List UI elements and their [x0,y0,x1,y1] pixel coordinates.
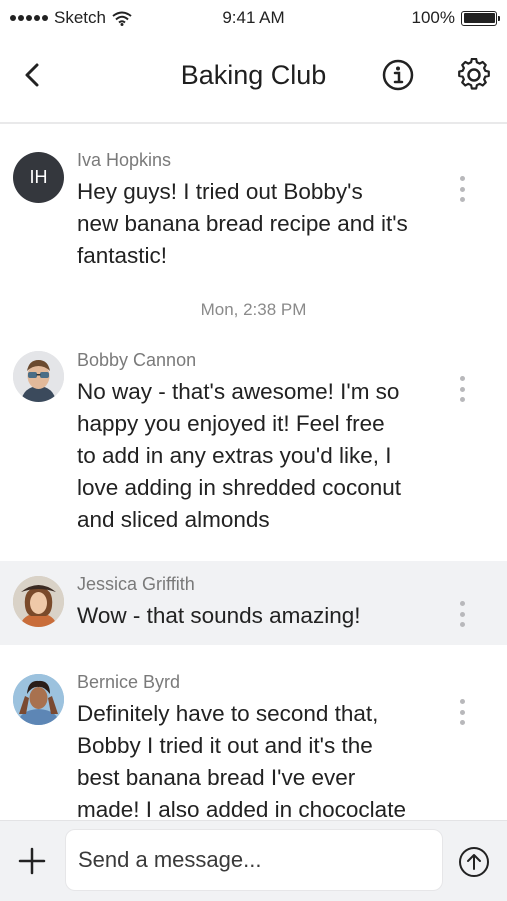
message-line: Bobby I tried it out and it's the [77,733,373,758]
message-line: No way - that's awesome! I'm so [77,379,400,404]
more-options-button[interactable] [452,176,472,202]
message-line: love adding in shredded coconut [77,475,401,500]
avatar[interactable]: IH [13,152,64,203]
sender-name: Bobby Cannon [77,350,197,370]
message-list[interactable]: IH Iva Hopkins Hey guys! I tried out Bob… [0,124,507,820]
more-options-button[interactable] [452,601,472,627]
message-line: best banana bread I've ever [77,765,356,790]
page-title: Baking Club [180,60,327,90]
more-options-button[interactable] [452,376,472,402]
message-line: happy you enjoyed it! Feel free [77,411,385,436]
more-options-button[interactable] [452,699,472,725]
message-text: Definitely have to second that, Bobby I … [77,698,447,820]
message-line: Definitely have to second that, [77,701,379,726]
avatar[interactable] [13,576,64,627]
message-item: IH Iva Hopkins Hey guys! I tried out Bob… [0,124,507,284]
message-text: Wow - that sounds amazing! [77,600,447,632]
message-line: Hey guys! I tried out Bobby's [77,179,363,204]
send-button[interactable] [458,846,490,878]
back-button[interactable] [18,60,48,90]
status-right: 100% [411,8,500,28]
battery-percent: 100% [411,8,455,27]
message-item: Jessica Griffith Wow - that sounds amazi… [0,561,507,645]
info-button[interactable] [381,58,415,92]
sender-name: Jessica Griffith [77,574,195,594]
message-line: made! I also added in chococlate [77,797,406,820]
arrow-up-circle-icon [459,847,489,877]
message-item: Bobby Cannon No way - that's awesome! I'… [0,334,507,554]
battery-icon [461,10,500,26]
message-composer [0,820,507,901]
add-attachment-button[interactable] [18,847,46,875]
nav-bar: Baking Club [0,38,507,124]
message-timestamp: Mon, 2:38 PM [200,300,307,319]
message-text: Hey guys! I tried out Bobby's new banana… [77,176,447,272]
avatar-photo [13,351,64,402]
message-input[interactable] [65,829,443,891]
plus-icon [18,847,46,875]
message-line: fantastic! [77,243,168,268]
message-line: and sliced almonds [77,507,270,532]
chevron-left-icon [25,63,39,87]
message-line: to add in any extras you'd like, I [77,443,392,468]
gear-icon [458,57,490,90]
message-text: No way - that's awesome! I'm so happy yo… [77,376,447,536]
avatar-photo [13,674,64,725]
status-bar: Sketch 9:41 AM 100% [0,0,507,38]
avatar[interactable] [13,351,64,402]
message-line: Wow - that sounds amazing! [77,603,361,628]
message-item: Bernice Byrd Definitely have to second t… [0,659,507,820]
sender-name: Iva Hopkins [77,150,172,170]
message-line: new banana bread recipe and it's [77,211,408,236]
settings-button[interactable] [457,57,491,92]
avatar-photo [13,576,64,627]
avatar[interactable] [13,674,64,725]
info-icon [382,59,414,91]
sender-name: Bernice Byrd [77,672,181,692]
